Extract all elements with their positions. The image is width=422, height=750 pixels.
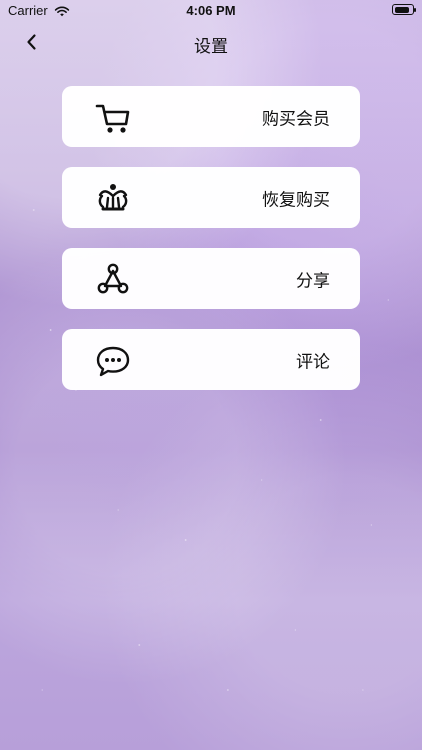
chevron-left-icon — [23, 33, 41, 55]
menu-label-review: 评论 — [296, 352, 330, 372]
navigation-bar: 设置 — [0, 22, 422, 66]
battery-icon — [392, 4, 416, 15]
wifi-icon — [54, 5, 70, 17]
menu-item-share[interactable]: 分享 — [62, 248, 360, 309]
status-time: 4:06 PM — [186, 3, 236, 18]
menu-label-share: 分享 — [296, 271, 330, 291]
share-network-icon — [92, 258, 134, 300]
shopping-cart-icon — [92, 96, 134, 138]
back-button[interactable] — [18, 30, 46, 58]
menu-item-restore-purchases[interactable]: 恢复购买 — [62, 167, 360, 228]
chat-bubble-icon — [92, 339, 134, 381]
page-title: 设置 — [194, 37, 228, 57]
menu-label-purchase-membership: 购买会员 — [262, 109, 330, 129]
carrier-group: Carrier — [8, 3, 70, 18]
menu-item-purchase-membership[interactable]: 购买会员 — [62, 86, 360, 147]
carrier-label: Carrier — [8, 3, 48, 18]
menu-label-restore-purchases: 恢复购买 — [262, 190, 330, 210]
crown-icon — [92, 177, 134, 219]
status-bar: Carrier 4:06 PM — [0, 0, 422, 22]
settings-menu: 购买会员 恢复购买 分享 评论 — [62, 86, 360, 390]
menu-item-review[interactable]: 评论 — [62, 329, 360, 390]
battery-fill — [394, 6, 409, 13]
